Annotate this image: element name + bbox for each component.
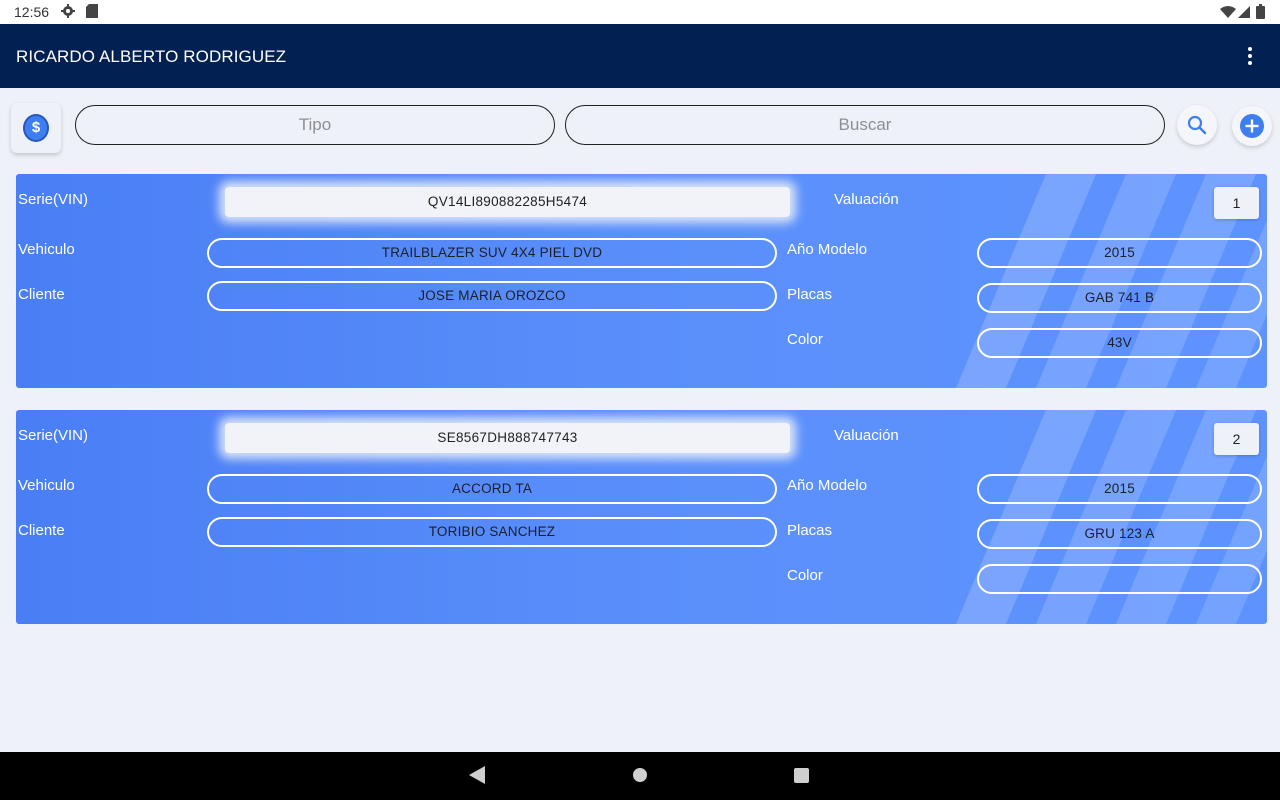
placas-label: Placas xyxy=(787,286,833,303)
anio-label: Año Modelo xyxy=(787,477,868,494)
valuacion-value: 2 xyxy=(1214,423,1259,455)
status-time: 12:56 xyxy=(14,4,50,20)
battery-icon xyxy=(1256,4,1265,19)
color-label: Color xyxy=(787,567,823,584)
anio-label: Año Modelo xyxy=(787,241,868,258)
tipo-input[interactable] xyxy=(75,105,555,145)
app-title: RICARDO ALBERTO RODRIGUEZ xyxy=(16,47,287,66)
cliente-label: Cliente xyxy=(18,522,65,539)
vehicle-card[interactable]: Serie(VIN) SE8567DH888747743 Valuación 2… xyxy=(16,410,1267,624)
placas-field: GRU 123 A xyxy=(977,519,1262,549)
vehiculo-label: Vehiculo xyxy=(18,477,75,494)
color-field xyxy=(977,564,1262,594)
vin-field: SE8567DH888747743 xyxy=(225,423,790,453)
more-options-icon[interactable] xyxy=(1240,44,1260,68)
cliente-label: Cliente xyxy=(18,286,65,303)
cliente-field: TORIBIO SANCHEZ xyxy=(207,517,777,547)
color-label: Color xyxy=(787,331,823,348)
app-bar: RICARDO ALBERTO RODRIGUEZ xyxy=(0,24,1280,88)
valuacion-value: 1 xyxy=(1214,187,1259,219)
vehiculo-field: ACCORD TA xyxy=(207,474,777,504)
home-icon[interactable] xyxy=(632,767,648,783)
system-navigation-bar xyxy=(0,752,1280,800)
wifi-icon xyxy=(1220,6,1236,18)
serie-label: Serie(VIN) xyxy=(18,191,89,208)
currency-button[interactable]: $ xyxy=(11,103,61,153)
dollar-coin-icon: $ xyxy=(23,114,49,142)
vin-field: QV14LI890882285H5474 xyxy=(225,187,790,217)
search-input[interactable] xyxy=(565,105,1165,145)
signal-icon xyxy=(1238,6,1250,18)
valuacion-label: Valuación xyxy=(834,191,899,208)
sd-card-icon xyxy=(86,4,98,18)
color-field: 43V xyxy=(977,328,1262,358)
search-icon xyxy=(1187,115,1207,135)
recents-icon[interactable] xyxy=(794,768,809,783)
serie-label: Serie(VIN) xyxy=(18,427,89,444)
valuacion-label: Valuación xyxy=(834,427,899,444)
search-button[interactable] xyxy=(1177,105,1217,145)
settings-gear-icon xyxy=(61,4,75,18)
vehiculo-label: Vehiculo xyxy=(18,241,75,258)
anio-field: 2015 xyxy=(977,238,1262,268)
vehicle-card[interactable]: Serie(VIN) QV14LI890882285H5474 Valuació… xyxy=(16,174,1267,388)
vehiculo-field: TRAILBLAZER SUV 4X4 PIEL DVD xyxy=(207,238,777,268)
plus-circle-icon xyxy=(1240,114,1264,138)
anio-field: 2015 xyxy=(977,474,1262,504)
back-icon[interactable] xyxy=(469,766,485,784)
placas-label: Placas xyxy=(787,522,833,539)
placas-field: GAB 741 B xyxy=(977,283,1262,313)
status-bar: 12:56 xyxy=(0,0,1280,24)
add-button[interactable] xyxy=(1232,106,1272,146)
cliente-field: JOSE MARIA OROZCO xyxy=(207,281,777,311)
